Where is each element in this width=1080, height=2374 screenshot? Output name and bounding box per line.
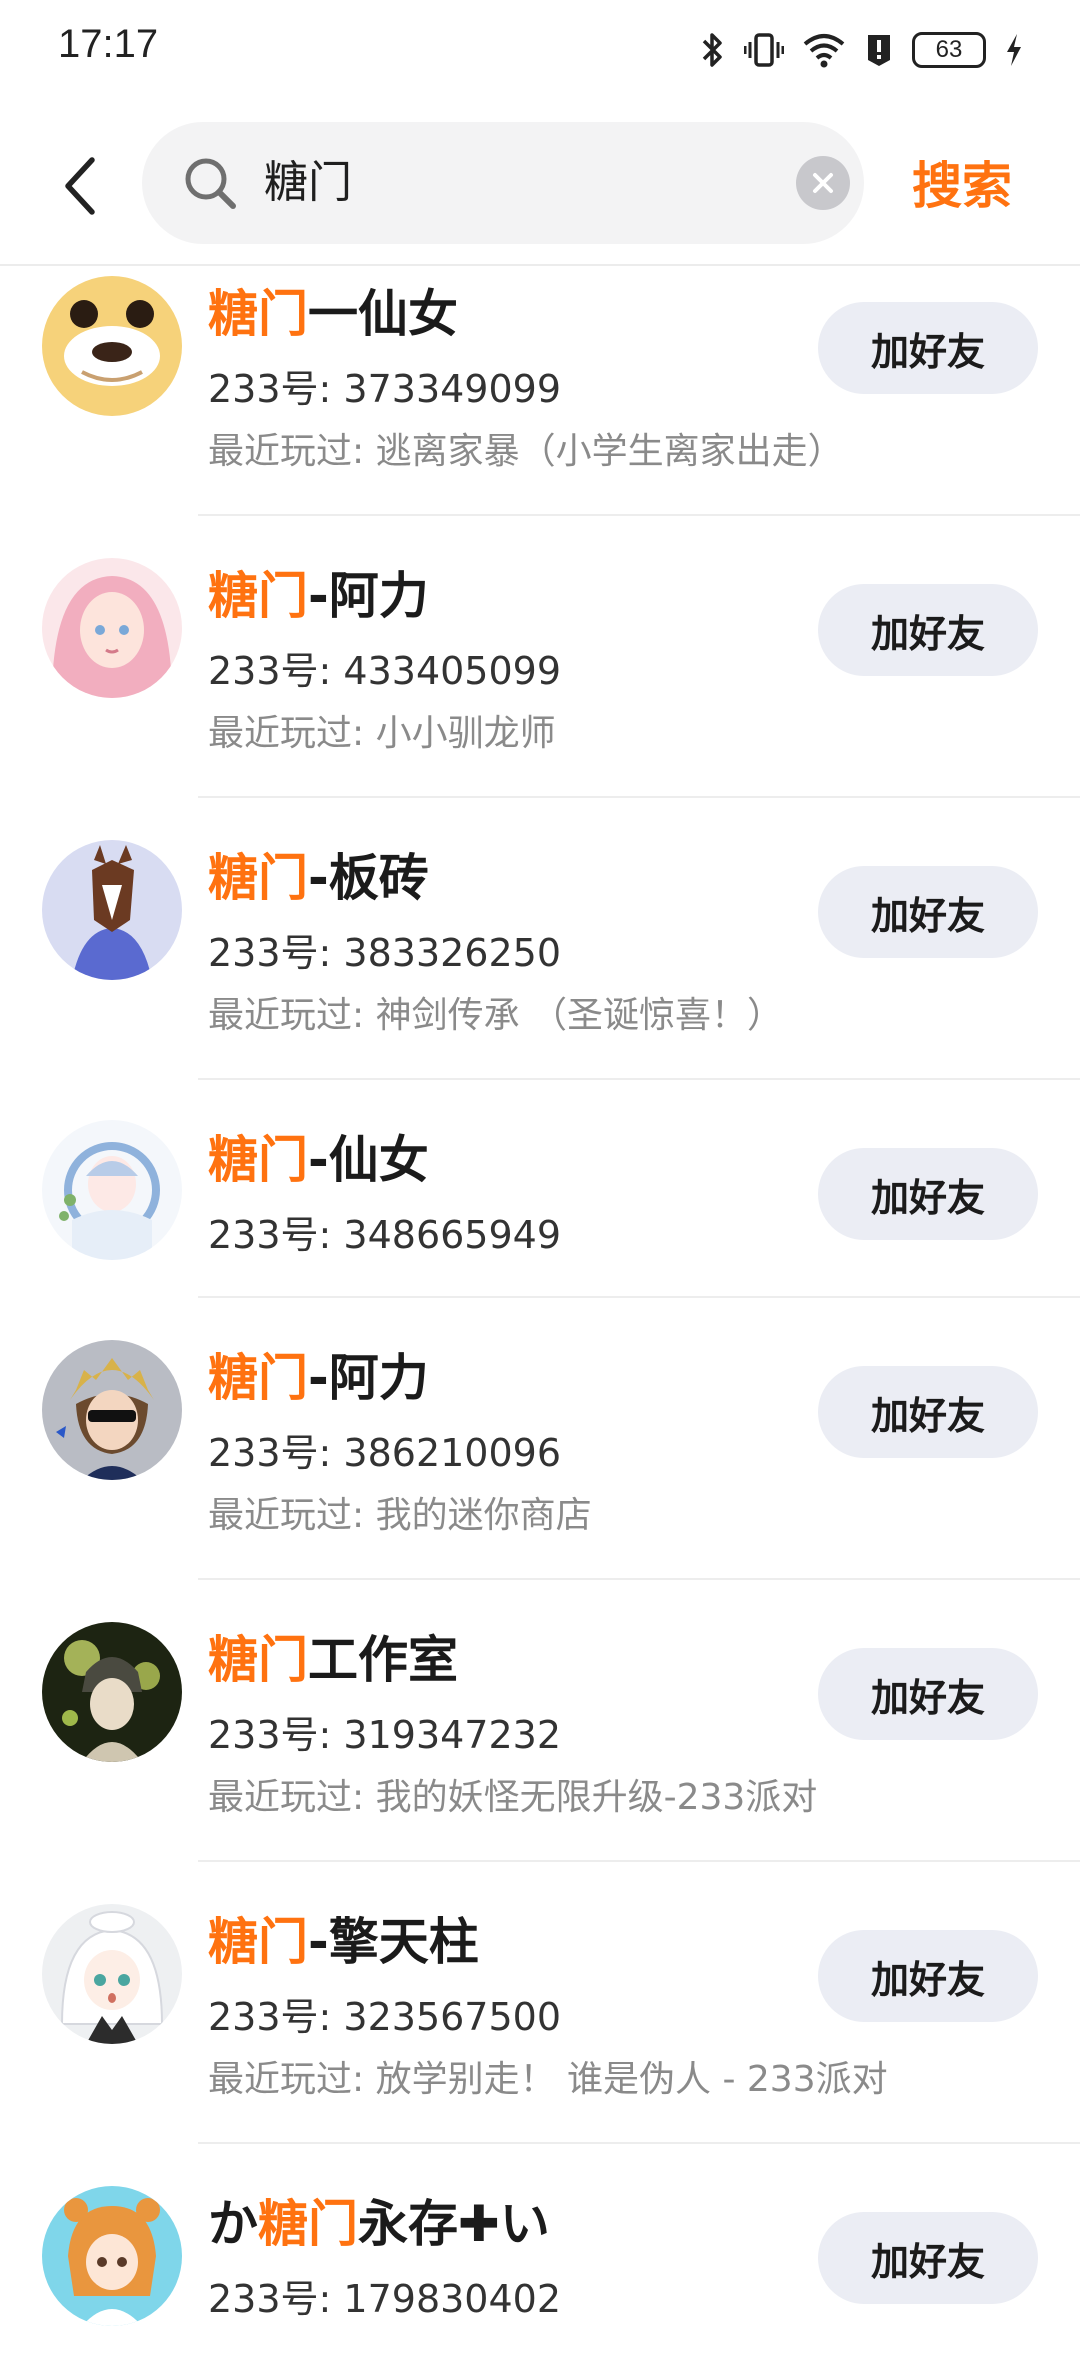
user-name: 糖门-阿力 bbox=[208, 567, 429, 625]
user-name: 糖门工作室 bbox=[208, 1631, 458, 1689]
user-id: 233号: 386210096 bbox=[208, 1431, 562, 1475]
add-friend-button[interactable]: 加好友 bbox=[818, 584, 1038, 676]
user-id: 233号: 179830402 bbox=[208, 2277, 562, 2321]
add-friend-button[interactable]: 加好友 bbox=[818, 1648, 1038, 1740]
user-id: 233号: 373349099 bbox=[208, 367, 562, 411]
results-list: 糖门一仙女 233号: 373349099 最近玩过: 逃离家暴（小学生离家出走… bbox=[0, 266, 1080, 2374]
close-icon bbox=[813, 173, 833, 193]
recently-played: 最近玩过: 神剑传承 （圣诞惊喜！） bbox=[208, 995, 784, 1036]
recently-played: 最近玩过: 放学别走！ 谁是伪人 - 233派对 bbox=[208, 2059, 888, 2100]
user-name: か糖门永存✚い bbox=[208, 2195, 550, 2253]
status-icons: 63 bbox=[700, 28, 1024, 72]
user-id: 233号: 433405099 bbox=[208, 649, 562, 693]
list-item[interactable]: 糖门-擎天柱 233号: 323567500 最近玩过: 放学别走！ 谁是伪人 … bbox=[0, 1862, 1080, 2144]
avatar[interactable] bbox=[42, 1622, 182, 1762]
battery-icon: 63 bbox=[912, 32, 986, 68]
wifi-icon bbox=[803, 34, 845, 68]
status-time: 17:17 bbox=[58, 22, 159, 66]
list-item[interactable]: 糖门-仙女 233号: 348665949 加好友 bbox=[0, 1080, 1080, 1298]
add-friend-button[interactable]: 加好友 bbox=[818, 1366, 1038, 1458]
list-item[interactable]: 糖门工作室 233号: 319347232 最近玩过: 我的妖怪无限升级-233… bbox=[0, 1580, 1080, 1862]
user-id: 233号: 319347232 bbox=[208, 1713, 562, 1757]
user-id: 233号: 348665949 bbox=[208, 1213, 562, 1257]
list-item[interactable]: 糖门-板砖 233号: 383326250 最近玩过: 神剑传承 （圣诞惊喜！）… bbox=[0, 798, 1080, 1080]
back-button[interactable] bbox=[48, 146, 112, 226]
recently-played: 最近玩过: 我的妖怪无限升级-233派对 bbox=[208, 1777, 818, 1818]
chevron-left-icon bbox=[65, 157, 95, 215]
user-id: 233号: 323567500 bbox=[208, 1995, 562, 2039]
search-box[interactable]: 糖门 bbox=[142, 122, 864, 244]
user-name: 糖门一仙女 bbox=[208, 285, 458, 343]
avatar[interactable] bbox=[42, 1340, 182, 1480]
list-item[interactable]: 糖门一仙女 233号: 373349099 最近玩过: 逃离家暴（小学生离家出走… bbox=[0, 266, 1080, 516]
avatar[interactable] bbox=[42, 1120, 182, 1260]
clear-button[interactable] bbox=[796, 156, 850, 210]
list-item[interactable]: 糖门-阿力 233号: 386210096 最近玩过: 我的迷你商店 加好友 bbox=[0, 1298, 1080, 1580]
vibrate-icon bbox=[744, 33, 784, 67]
list-item[interactable]: 糖门-阿力 233号: 433405099 最近玩过: 小小驯龙师 加好友 bbox=[0, 516, 1080, 798]
recently-played: 最近玩过: 我的迷你商店 bbox=[208, 1495, 592, 1536]
user-id: 233号: 383326250 bbox=[208, 931, 562, 975]
user-name: 糖门-擎天柱 bbox=[208, 1913, 479, 1971]
user-name: 糖门-板砖 bbox=[208, 849, 429, 907]
search-button[interactable]: 搜索 bbox=[912, 146, 1012, 226]
recently-played: 最近玩过: 小小驯龙师 bbox=[208, 713, 556, 754]
avatar[interactable] bbox=[42, 2186, 182, 2326]
avatar[interactable] bbox=[42, 558, 182, 698]
add-friend-button[interactable]: 加好友 bbox=[818, 1930, 1038, 2022]
recently-played: 最近玩过: 逃离家暴（小学生离家出走） bbox=[208, 431, 844, 472]
avatar[interactable] bbox=[42, 1904, 182, 2044]
avatar[interactable] bbox=[42, 276, 182, 416]
user-name: 糖门-阿力 bbox=[208, 1349, 429, 1407]
user-name: 糖门-仙女 bbox=[208, 1131, 429, 1189]
bluetooth-icon bbox=[702, 33, 722, 67]
search-icon bbox=[182, 155, 238, 215]
add-friend-button[interactable]: 加好友 bbox=[818, 866, 1038, 958]
alert-icon bbox=[868, 35, 890, 66]
add-friend-button[interactable]: 加好友 bbox=[818, 302, 1038, 394]
charging-icon bbox=[1007, 34, 1021, 66]
search-header: 糖门 搜索 bbox=[0, 110, 1080, 266]
avatar[interactable] bbox=[42, 840, 182, 980]
add-friend-button[interactable]: 加好友 bbox=[818, 2212, 1038, 2304]
status-bar: 17:17 63 bbox=[0, 0, 1080, 100]
add-friend-button[interactable]: 加好友 bbox=[818, 1148, 1038, 1240]
search-input[interactable]: 糖门 bbox=[264, 122, 352, 244]
